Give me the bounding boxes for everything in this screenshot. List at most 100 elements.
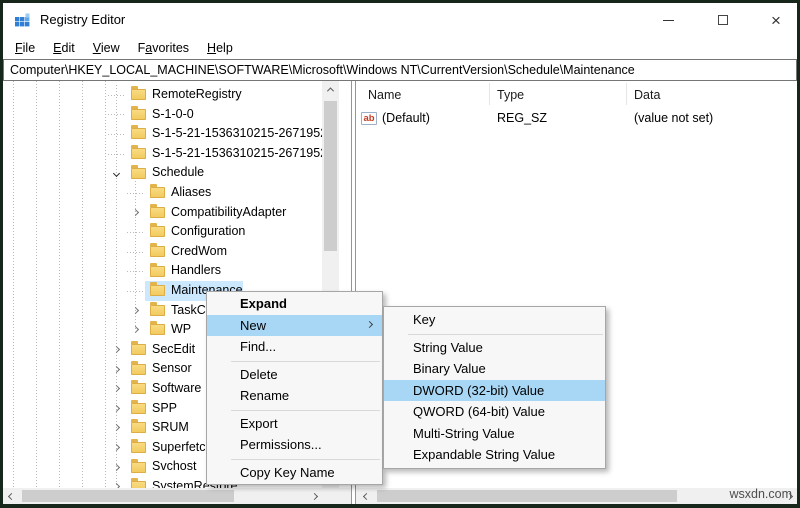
scrollbar-thumb[interactable] xyxy=(377,490,677,502)
tree-connector-line xyxy=(108,154,126,155)
scrollbar-corner xyxy=(322,488,351,504)
menu-item-multi-string-value[interactable]: Multi-String Value xyxy=(384,423,605,445)
chevron-right-icon[interactable] xyxy=(131,209,138,216)
chevron-right-icon[interactable] xyxy=(112,346,119,353)
tree-item-label: Aliases xyxy=(171,183,211,203)
tree-item-compatibilityadapter[interactable]: CompatibilityAdapter xyxy=(3,203,351,223)
tree-item-label: Svchost xyxy=(152,457,196,477)
tree-item-s-1-0-0[interactable]: S-1-0-0 xyxy=(3,105,351,125)
maximize-button[interactable] xyxy=(700,3,746,37)
tree-connector-line xyxy=(127,232,145,233)
menu-item-export[interactable]: Export xyxy=(207,413,382,435)
tree-item-handlers[interactable]: Handlers xyxy=(3,261,351,281)
menubar-item-help[interactable]: Help xyxy=(198,37,242,59)
menu-item-label: New xyxy=(240,318,266,333)
menu-item-label: Delete xyxy=(240,367,278,382)
folder-icon xyxy=(150,285,165,296)
folder-icon xyxy=(150,187,165,198)
title-bar[interactable]: Registry Editor × xyxy=(3,3,797,37)
value-row-default[interactable]: ab (Default) REG_SZ (value not set) xyxy=(356,108,797,128)
folder-icon xyxy=(150,305,165,316)
string-value-icon: ab xyxy=(361,112,377,125)
tree-item-s-1-5-21-1536310215-2671952[interactable]: S-1-5-21-1536310215-2671952 xyxy=(3,124,351,144)
menubar-item-edit[interactable]: Edit xyxy=(44,37,84,59)
close-button[interactable]: × xyxy=(753,3,797,37)
column-separator[interactable] xyxy=(626,83,627,105)
tree-connector-line xyxy=(108,134,126,135)
menu-item-string-value[interactable]: String Value xyxy=(384,337,605,359)
tree-item-label: Handlers xyxy=(171,261,221,281)
menu-item-delete[interactable]: Delete xyxy=(207,364,382,386)
column-header-data[interactable]: Data xyxy=(634,81,660,107)
tree-item-remoteregistry[interactable]: RemoteRegistry xyxy=(3,85,351,105)
minimize-icon xyxy=(663,20,674,21)
chevron-right-icon[interactable] xyxy=(112,385,119,392)
chevron-right-icon[interactable] xyxy=(112,405,119,412)
tree-item-label: Sensor xyxy=(152,359,192,379)
tree-item-configuration[interactable]: Configuration xyxy=(3,222,351,242)
tree-horizontal-scrollbar[interactable] xyxy=(3,488,322,504)
tree-connector-line xyxy=(127,193,145,194)
menu-item-label: Permissions... xyxy=(240,437,322,452)
menu-item-expandable-string-value[interactable]: Expandable String Value xyxy=(384,444,605,466)
menu-item-new[interactable]: New xyxy=(207,315,382,337)
list-header: Name Type Data xyxy=(356,81,797,107)
tree-connector-line xyxy=(127,252,145,253)
chevron-down-icon[interactable] xyxy=(112,170,119,177)
scrollbar-thumb[interactable] xyxy=(324,101,337,251)
scroll-left-icon[interactable] xyxy=(358,488,374,504)
tree-item-s-1-5-21-1536310215-2671952[interactable]: S-1-5-21-1536310215-2671952 xyxy=(3,144,351,164)
menu-bar: FileEditViewFavoritesHelp xyxy=(3,37,797,59)
menu-item-copy-key-name[interactable]: Copy Key Name xyxy=(207,462,382,484)
menubar-item-file[interactable]: File xyxy=(6,37,44,59)
submenu-arrow-icon xyxy=(366,321,373,328)
menu-item-expand[interactable]: Expand xyxy=(207,293,382,315)
menu-item-binary-value[interactable]: Binary Value xyxy=(384,358,605,380)
chevron-right-icon[interactable] xyxy=(112,424,119,431)
minimize-button[interactable] xyxy=(645,3,691,37)
scroll-right-icon[interactable] xyxy=(306,488,322,504)
menu-item-label: String Value xyxy=(413,340,483,355)
chevron-right-icon[interactable] xyxy=(131,326,138,333)
column-header-type[interactable]: Type xyxy=(497,81,524,107)
menubar-item-view[interactable]: View xyxy=(84,37,129,59)
folder-icon xyxy=(150,207,165,218)
menu-item-rename[interactable]: Rename xyxy=(207,385,382,407)
tree-item-label: SRUM xyxy=(152,418,189,438)
chevron-right-icon[interactable] xyxy=(112,366,119,373)
scroll-up-icon[interactable] xyxy=(322,81,339,98)
menu-item-key[interactable]: Key xyxy=(384,309,605,331)
tree-item-aliases[interactable]: Aliases xyxy=(3,183,351,203)
menu-item-label: Copy Key Name xyxy=(240,465,335,480)
menu-item-dword-32-bit-value[interactable]: DWORD (32-bit) Value xyxy=(384,380,605,402)
value-type: REG_SZ xyxy=(497,111,547,125)
tree-item-schedule[interactable]: Schedule xyxy=(3,163,351,183)
folder-icon xyxy=(150,246,165,257)
menu-item-label: Find... xyxy=(240,339,276,354)
menu-item-find[interactable]: Find... xyxy=(207,336,382,358)
scrollbar-thumb[interactable] xyxy=(22,490,234,502)
menu-item-label: Expand xyxy=(240,296,287,311)
chevron-right-icon[interactable] xyxy=(131,307,138,314)
menu-item-label: Binary Value xyxy=(413,361,486,376)
tree-item-label: S-1-5-21-1536310215-2671952 xyxy=(152,124,327,144)
folder-icon xyxy=(131,462,146,473)
address-bar-input[interactable]: Computer\HKEY_LOCAL_MACHINE\SOFTWARE\Mic… xyxy=(3,59,797,81)
chevron-right-icon[interactable] xyxy=(112,464,119,471)
chevron-right-icon[interactable] xyxy=(112,444,119,451)
tree-item-credwom[interactable]: CredWom xyxy=(3,242,351,262)
tree-item-label: SPP xyxy=(152,399,177,419)
tree-item-label: CompatibilityAdapter xyxy=(171,203,286,223)
tree-item-label: S-1-5-21-1536310215-2671952 xyxy=(152,144,327,164)
tree-item-label: CredWom xyxy=(171,242,227,262)
menu-item-qword-64-bit-value[interactable]: QWORD (64-bit) Value xyxy=(384,401,605,423)
menubar-item-favorites[interactable]: Favorites xyxy=(129,37,198,59)
folder-icon xyxy=(131,422,146,433)
menu-item-permissions[interactable]: Permissions... xyxy=(207,434,382,456)
folder-icon xyxy=(131,403,146,414)
column-separator[interactable] xyxy=(489,83,490,105)
column-header-name[interactable]: Name xyxy=(368,81,401,107)
menu-item-label: Export xyxy=(240,416,278,431)
tree-item-label: RemoteRegistry xyxy=(152,85,242,105)
scroll-left-icon[interactable] xyxy=(3,488,19,504)
